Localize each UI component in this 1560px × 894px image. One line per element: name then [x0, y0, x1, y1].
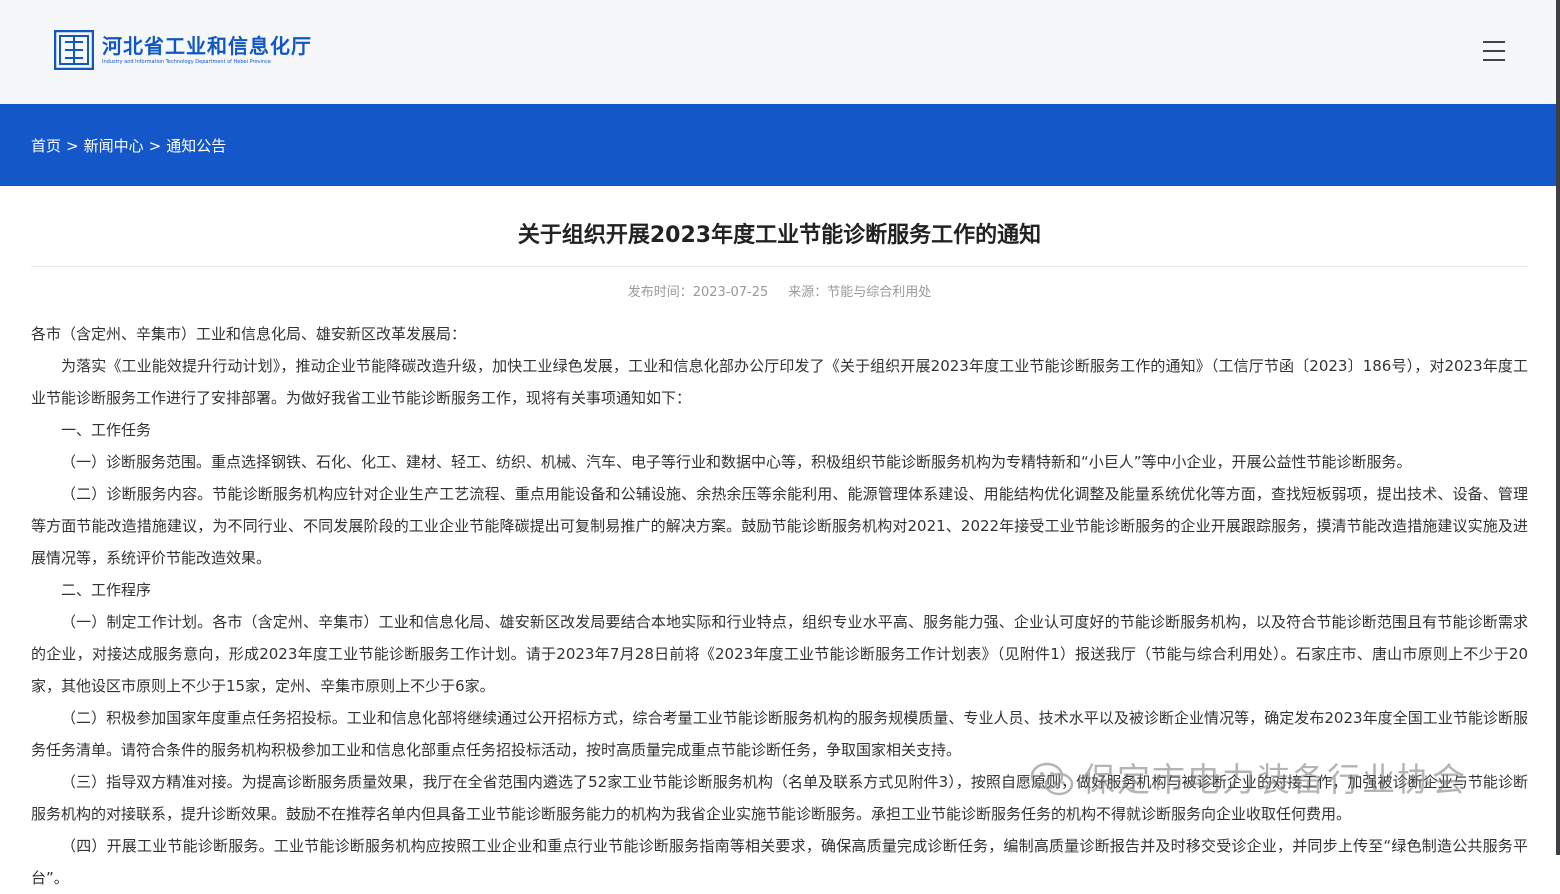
breadcrumb-current-link[interactable]: 通知公告: [166, 137, 226, 155]
section-heading: 一、工作任务: [61, 421, 152, 439]
article-paragraph: （二）积极参加国家年度重点任务招投标。工业和信息化部将继续通过公开招标方式，综合…: [31, 709, 1528, 759]
site-header: 河北省工业和信息化厅 Industry and Information Tech…: [0, 0, 1556, 104]
article-paragraph: （四）开展工业节能诊断服务。工业节能诊断服务机构应按照工业企业和重点行业节能诊断…: [31, 837, 1528, 887]
site-name-en: Industry and Information Technology Depa…: [102, 58, 271, 65]
breadcrumb-separator: >: [148, 137, 162, 155]
title-divider: [31, 266, 1528, 267]
site-name: 河北省工业和信息化厅: [102, 33, 312, 58]
article-title: 关于组织开展2023年度工业节能诊断服务工作的通知: [517, 223, 1042, 248]
salutation: 各市（含定州、辛集市）工业和信息化局、雄安新区改革发展局：: [31, 325, 467, 343]
site-logo[interactable]: 河北省工业和信息化厅 Industry and Information Tech…: [54, 30, 312, 70]
publish-time: 发布时间：2023-07-25: [627, 285, 769, 300]
article-source: 来源：节能与综合利用处: [788, 285, 932, 300]
logo-mark-icon: [54, 30, 94, 70]
breadcrumb: 首页 > 新闻中心 > 通知公告: [31, 134, 226, 158]
article-paragraph: （一）制定工作计划。各市（含定州、辛集市）工业和信息化局、雄安新区改发局要结合本…: [31, 613, 1528, 695]
article-paragraph: （一）诊断服务范围。重点选择钢铁、石化、化工、建材、轻工、纺织、机械、汽车、电子…: [61, 453, 1412, 471]
breadcrumb-news-link[interactable]: 新闻中心: [84, 137, 144, 155]
breadcrumb-home-link[interactable]: 首页: [31, 137, 61, 155]
menu-icon[interactable]: [1483, 38, 1507, 64]
breadcrumb-band: [0, 104, 1556, 186]
scrollbar[interactable]: [1556, 0, 1560, 855]
article-body: 各市（含定州、辛集市）工业和信息化局、雄安新区改革发展局： 为落实《工业能效提升…: [31, 318, 1528, 894]
article-paragraph: （三）指导双方精准对接。为提高诊断服务质量效果，我厅在全省范围内遴选了52家工业…: [31, 773, 1528, 823]
article-paragraph: （二）诊断服务内容。节能诊断服务机构应针对企业生产工艺流程、重点用能设备和公辅设…: [31, 485, 1528, 567]
article-paragraph: 为落实《工业能效提升行动计划》，推动企业节能降碳改造升级，加快工业绿色发展，工业…: [31, 357, 1528, 407]
breadcrumb-separator: >: [66, 137, 79, 155]
article-meta: 发布时间：2023-07-25 来源：节能与综合利用处: [31, 282, 1528, 304]
section-heading: 二、工作程序: [61, 581, 152, 599]
